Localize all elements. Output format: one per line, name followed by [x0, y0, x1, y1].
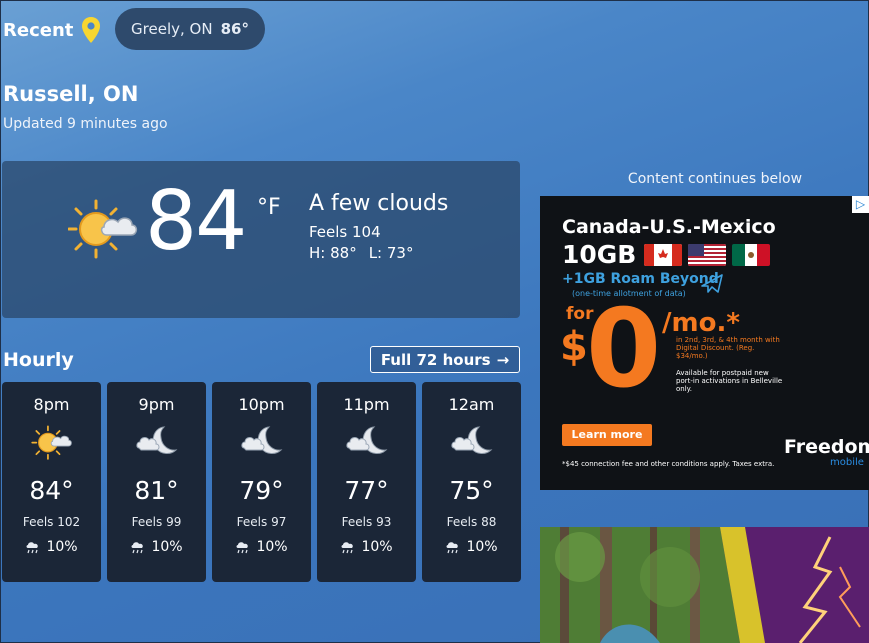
- sun-cloud-icon: [31, 425, 72, 460]
- hour-feels: Feels 88: [446, 515, 497, 529]
- hour-feels: Feels 93: [341, 515, 392, 529]
- mexico-flag-icon: [732, 244, 770, 266]
- recent-label: Recent: [3, 19, 74, 41]
- ad-dollar: $: [560, 324, 588, 370]
- sun-cloud-icon: [68, 199, 138, 259]
- ad-per-month: /mo.*: [662, 308, 740, 338]
- hour-card[interactable]: 10pm 79° Feels 97 10%: [212, 382, 311, 582]
- current-temperature: 84: [145, 174, 247, 269]
- hour-temp: 79°: [239, 476, 284, 505]
- hour-time: 8pm: [33, 395, 70, 414]
- ad-discount-note: in 2nd, 3rd, & 4th month with Digital Di…: [676, 336, 780, 361]
- hour-time: 12am: [448, 395, 495, 414]
- ad-fine-print: *$45 connection fee and other conditions…: [562, 460, 775, 468]
- precip-value: 10%: [151, 539, 183, 555]
- temperature-unit: °F: [257, 195, 281, 220]
- ad-headline: Canada-U.S.-Mexico: [562, 216, 776, 238]
- hour-card[interactable]: 11pm 77° Feels 93 10%: [317, 382, 416, 582]
- recent-section: Recent: [3, 16, 101, 44]
- precip-value: 10%: [361, 539, 393, 555]
- adchoices-icon[interactable]: ▷: [852, 196, 869, 213]
- ad-note: Content continues below: [627, 171, 803, 187]
- precip-value: 10%: [46, 539, 78, 555]
- precip-value: 10%: [466, 539, 498, 555]
- precip-value: 10%: [256, 539, 288, 555]
- hour-card[interactable]: 8pm 84° Feels 102 10%: [2, 382, 101, 582]
- hour-temp: 81°: [134, 476, 179, 505]
- hour-time: 10pm: [238, 395, 285, 414]
- hour-precip: 10%: [212, 539, 311, 555]
- ad-photo-forest-lightning[interactable]: [540, 527, 869, 643]
- learn-more-button[interactable]: Learn more: [562, 424, 652, 446]
- rain-cloud-icon: [26, 541, 39, 553]
- ad-roam: +1GB Roam Beyond: [562, 271, 719, 287]
- high-low: H: 88° L: 73°: [309, 244, 413, 262]
- location-title: Russell, ON: [3, 82, 139, 106]
- moon-cloud-icon: [346, 426, 388, 454]
- rain-cloud-icon: [131, 541, 144, 553]
- hourly-forecast: 8pm 84° Feels 102 10% 9pm 81° Feels 99 1…: [2, 382, 521, 582]
- hour-precip: 10%: [317, 539, 416, 555]
- hour-precip: 10%: [2, 539, 101, 555]
- hour-precip: 10%: [422, 539, 521, 555]
- canada-flag-icon: [644, 244, 682, 266]
- updated-time: Updated 9 minutes ago: [3, 116, 168, 132]
- hour-card[interactable]: 9pm 81° Feels 99 10%: [107, 382, 206, 582]
- low-temp: L: 73°: [368, 244, 414, 262]
- current-feels-like: Feels 104: [309, 223, 381, 241]
- location-pin-icon: [82, 17, 101, 43]
- rain-cloud-icon: [236, 541, 249, 553]
- ad-brand: Freedom: [784, 436, 869, 458]
- recent-location-chip[interactable]: Greely, ON 86°: [115, 8, 265, 50]
- rain-cloud-icon: [446, 541, 459, 553]
- hour-feels: Feels 99: [131, 515, 182, 529]
- advertisement[interactable]: ▷ Canada-U.S.-Mexico 10GB +1GB Roam Beyo…: [540, 196, 869, 490]
- rain-cloud-icon: [341, 541, 354, 553]
- hour-feels: Feels 97: [236, 515, 287, 529]
- arrow-right-icon: →: [496, 350, 510, 369]
- moon-cloud-icon: [136, 426, 178, 454]
- hour-precip: 10%: [107, 539, 206, 555]
- ad-price: 0: [586, 287, 662, 412]
- recent-chip-city: Greely, ON: [131, 20, 213, 38]
- full-72-hours-label: Full 72 hours: [380, 350, 491, 369]
- ad-brand-sub: mobile: [830, 457, 864, 468]
- hour-feels: Feels 102: [22, 515, 81, 529]
- hour-time: 9pm: [138, 395, 175, 414]
- moon-cloud-icon: [451, 426, 493, 454]
- airplane-icon: [701, 274, 723, 293]
- hour-temp: 84°: [29, 476, 74, 505]
- full-72-hours-button[interactable]: Full 72 hours →: [370, 346, 520, 373]
- hour-time: 11pm: [343, 395, 390, 414]
- current-conditions-card: 84 °F A few clouds Feels 104 H: 88° L: 7…: [2, 161, 520, 318]
- ad-data-amount: 10GB: [562, 240, 637, 269]
- current-condition: A few clouds: [309, 191, 449, 216]
- high-temp: H: 88°: [309, 244, 357, 262]
- ad-availability: Available for postpaid new port-in activ…: [676, 369, 783, 394]
- hour-card[interactable]: 12am 75° Feels 88 10%: [422, 382, 521, 582]
- recent-chip-temp: 86°: [220, 20, 249, 38]
- hour-temp: 77°: [344, 476, 389, 505]
- usa-flag-icon: [688, 244, 726, 266]
- moon-cloud-icon: [241, 426, 283, 454]
- hourly-title: Hourly: [3, 349, 74, 371]
- hour-temp: 75°: [449, 476, 494, 505]
